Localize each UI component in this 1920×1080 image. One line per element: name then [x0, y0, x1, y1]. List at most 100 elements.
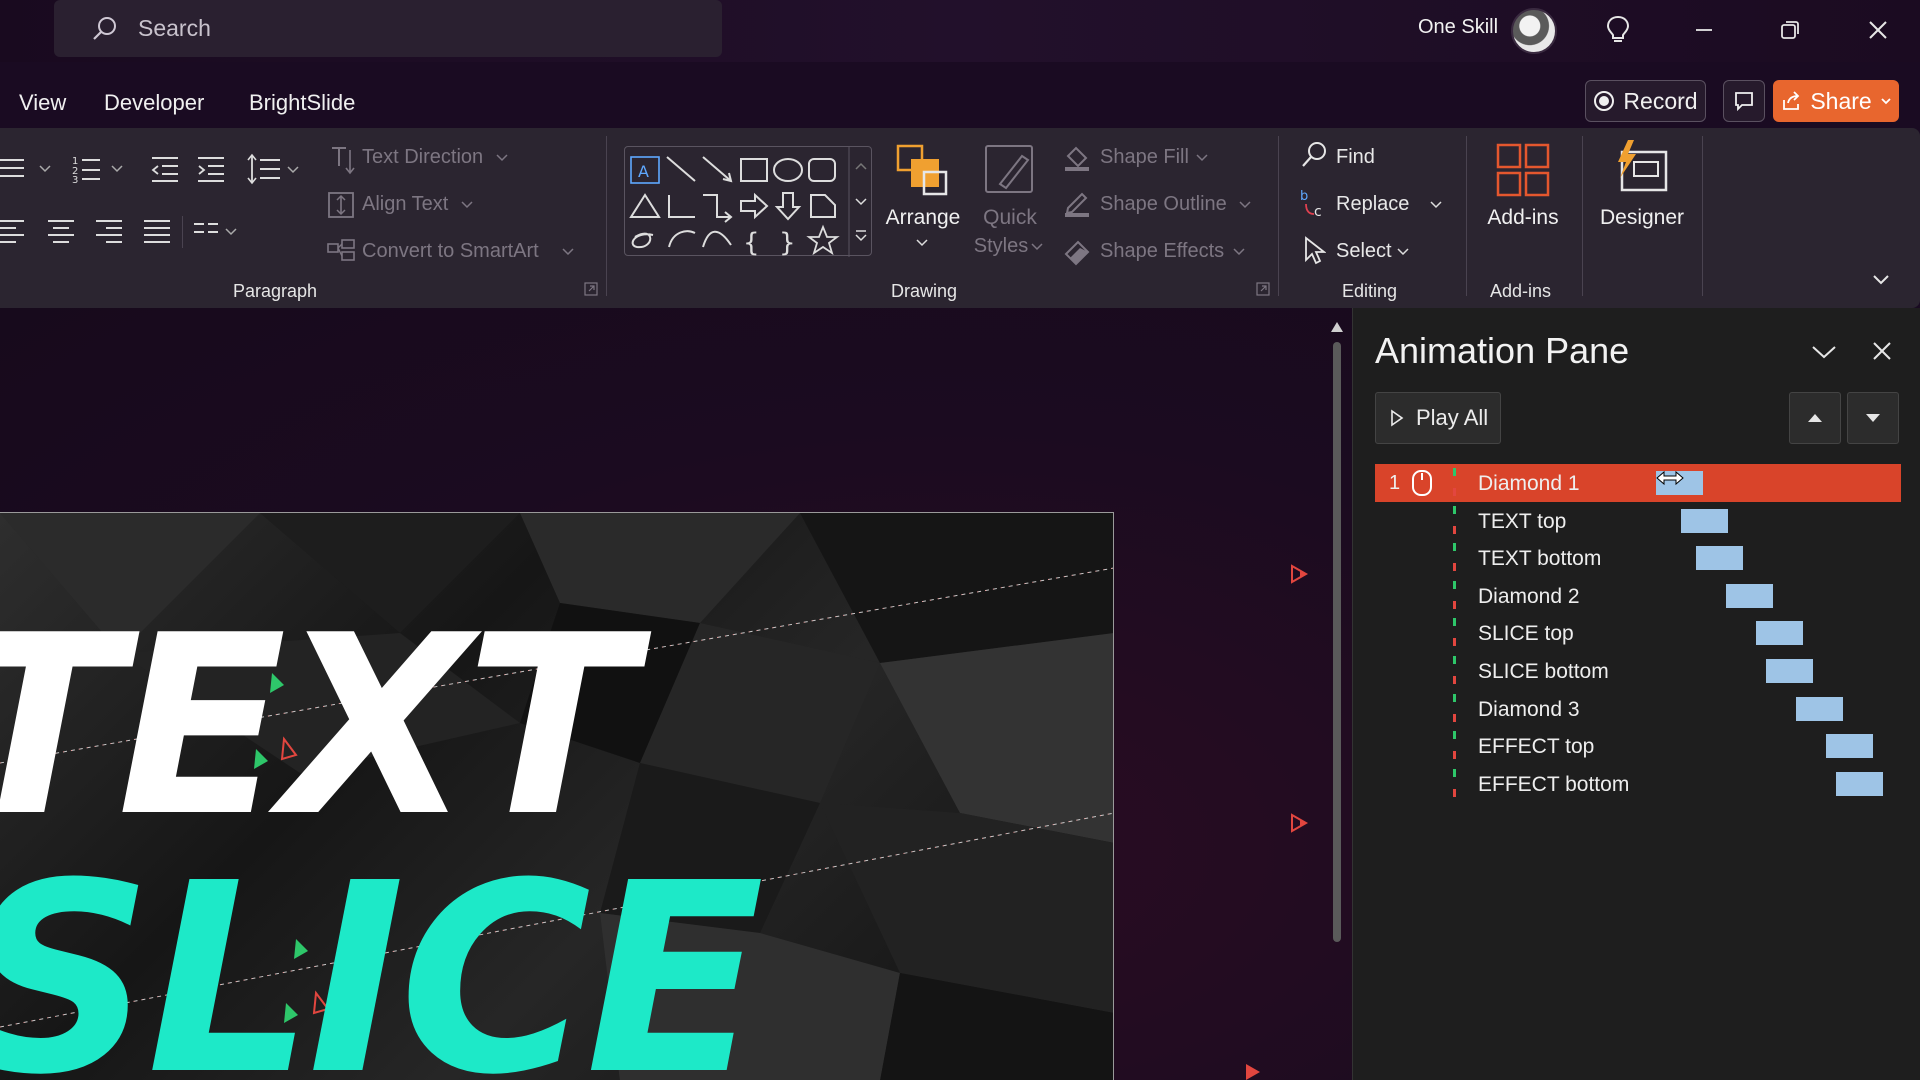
select-cursor-icon[interactable]	[1302, 236, 1326, 266]
numbering-icon[interactable]: 123	[70, 152, 130, 184]
chevron-down-icon	[1239, 201, 1251, 209]
comment-icon	[1735, 92, 1753, 112]
animation-list: 1 Diamond 1 TEXT top TEXT bottom Diamond 2 SL…	[1375, 464, 1901, 802]
timeline-bar[interactable]	[1836, 771, 1883, 796]
editing-group-label: Editing	[1342, 281, 1398, 301]
ribbon: 123 Text Direction Align Text Convert to…	[0, 128, 1920, 308]
chevron-down-icon[interactable]	[1872, 274, 1890, 286]
tab-view[interactable]: View	[19, 90, 66, 116]
vertical-scrollbar[interactable]	[1330, 318, 1344, 948]
chevron-down-icon	[1233, 248, 1245, 256]
slide-canvas[interactable]: TEXT SLICE	[0, 308, 1352, 1080]
tab-brightslide[interactable]: BrightSlide	[249, 90, 355, 116]
add-ins-icon[interactable]	[1495, 142, 1551, 198]
animation-item[interactable]: TEXT top	[1375, 502, 1901, 540]
smartart-icon[interactable]	[326, 238, 356, 266]
line-spacing-icon[interactable]	[246, 152, 302, 186]
dialog-launcher-icon[interactable]	[584, 282, 598, 296]
animation-item[interactable]: Diamond 2	[1375, 577, 1901, 615]
tab-developer[interactable]: Developer	[104, 90, 204, 116]
record-button[interactable]: Record	[1585, 80, 1706, 122]
timeline-bar[interactable]	[1681, 508, 1728, 533]
timeline-bar[interactable]	[1766, 658, 1813, 683]
text-direction-icon[interactable]	[328, 144, 356, 176]
shape-outline-icon[interactable]	[1062, 188, 1092, 218]
justify-icon[interactable]	[142, 218, 172, 244]
search-input[interactable]	[138, 15, 638, 42]
comments-button[interactable]	[1723, 80, 1765, 122]
shape-fill-icon[interactable]	[1062, 142, 1092, 172]
animation-pane-title: Animation Pane	[1375, 330, 1630, 371]
motion-end-marker	[1291, 813, 1309, 833]
align-text-icon[interactable]	[326, 190, 356, 220]
quick-styles-label-1[interactable]: Quick	[972, 206, 1048, 230]
quick-styles-icon[interactable]	[982, 142, 1038, 198]
slide[interactable]: TEXT SLICE	[0, 512, 1114, 1080]
align-text-label[interactable]: Align Text	[362, 193, 448, 216]
timeline-bar[interactable]	[1756, 621, 1803, 646]
timeline-bar[interactable]	[1696, 546, 1743, 571]
select-label[interactable]: Select	[1336, 240, 1392, 263]
animation-item[interactable]: TEXT bottom	[1375, 539, 1901, 577]
increase-indent-icon[interactable]	[196, 154, 228, 184]
bullets-icon[interactable]	[0, 154, 58, 184]
slide-text-line2[interactable]: SLICE	[0, 849, 764, 1080]
shape-effects-label[interactable]: Shape Effects	[1100, 240, 1224, 263]
close-icon[interactable]	[1871, 340, 1893, 362]
decrease-indent-icon[interactable]	[150, 154, 182, 184]
align-center-icon[interactable]	[46, 218, 76, 244]
motion-path-effect-icon	[1453, 768, 1456, 797]
minimize-icon[interactable]	[1686, 12, 1722, 48]
animation-item[interactable]: SLICE top	[1375, 614, 1901, 652]
designer-label[interactable]: Designer	[1594, 206, 1690, 230]
restore-icon[interactable]	[1772, 12, 1808, 48]
convert-smartart-label[interactable]: Convert to SmartArt	[362, 240, 539, 263]
arrange-label[interactable]: Arrange	[883, 206, 963, 230]
lightbulb-icon[interactable]	[1600, 12, 1636, 48]
chevron-down-icon[interactable]	[1811, 344, 1837, 360]
motion-end-marker	[1291, 564, 1309, 584]
chevron-down-icon	[1430, 201, 1442, 209]
add-ins-button-label[interactable]: Add-ins	[1478, 206, 1568, 230]
search-box[interactable]	[54, 0, 722, 57]
chevron-down-icon	[1031, 243, 1043, 251]
divider	[1582, 136, 1583, 296]
share-button[interactable]: Share	[1773, 80, 1899, 122]
timeline-bar[interactable]	[1726, 583, 1773, 608]
find-label[interactable]: Find	[1336, 146, 1375, 169]
play-all-button[interactable]: Play All	[1375, 392, 1501, 444]
animation-item[interactable]: Diamond 3	[1375, 690, 1901, 728]
move-down-button[interactable]	[1847, 392, 1899, 444]
replace-icon[interactable]: bc	[1300, 186, 1330, 220]
animation-item[interactable]: EFFECT top	[1375, 727, 1901, 765]
align-right-icon[interactable]	[94, 218, 124, 244]
animation-pane: Animation Pane Play All 1 Diamond 1 TEXT t…	[1352, 308, 1920, 1080]
timeline-bar[interactable]	[1826, 734, 1873, 759]
dialog-launcher-icon[interactable]	[1256, 282, 1270, 296]
find-icon[interactable]	[1300, 140, 1330, 172]
shape-outline-label[interactable]: Shape Outline	[1100, 193, 1227, 216]
chevron-down-icon	[1196, 154, 1208, 162]
divider	[1466, 136, 1467, 296]
user-name[interactable]: One Skill	[1418, 16, 1498, 39]
animation-item[interactable]: 1 Diamond 1	[1375, 464, 1901, 502]
close-window-icon[interactable]	[1860, 12, 1896, 48]
arrange-icon[interactable]	[894, 142, 950, 198]
designer-icon[interactable]	[1612, 138, 1670, 196]
text-direction-label[interactable]: Text Direction	[362, 146, 483, 169]
shape-fill-label[interactable]: Shape Fill	[1100, 146, 1189, 169]
avatar[interactable]	[1511, 8, 1557, 54]
quick-styles-label-2[interactable]: Styles	[963, 235, 1039, 258]
shape-effects-icon[interactable]	[1062, 236, 1092, 266]
move-up-button[interactable]	[1789, 392, 1841, 444]
record-icon	[1594, 91, 1615, 111]
align-left-icon[interactable]	[0, 218, 30, 244]
columns-icon[interactable]	[194, 220, 242, 244]
slide-text-line1[interactable]: TEXT	[0, 603, 635, 851]
animation-item[interactable]: EFFECT bottom	[1375, 765, 1901, 803]
shapes-gallery[interactable]: A { }	[624, 146, 872, 258]
animation-item[interactable]: SLICE bottom	[1375, 652, 1901, 690]
timeline-bar[interactable]	[1796, 696, 1843, 721]
divider	[1278, 136, 1279, 296]
replace-label[interactable]: Replace	[1336, 193, 1409, 216]
